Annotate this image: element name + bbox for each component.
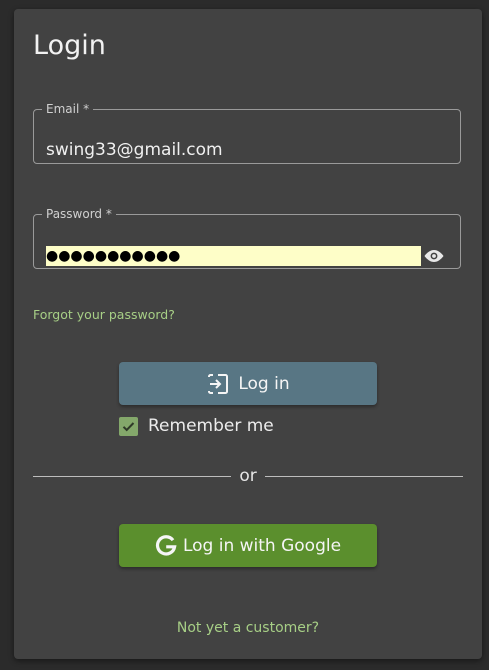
signup-link[interactable]: Not yet a customer?: [14, 619, 482, 637]
login-button[interactable]: Log in: [119, 362, 377, 405]
login-icon: [206, 372, 230, 396]
remember-me-label: Remember me: [148, 416, 274, 436]
forgot-password-link[interactable]: Forgot your password?: [33, 307, 175, 323]
divider-text: or: [239, 466, 257, 486]
password-input[interactable]: ●●●●●●●●●●●: [46, 246, 421, 266]
google-login-label: Log in with Google: [182, 535, 342, 556]
divider-line-left: [33, 475, 232, 477]
email-label: Email *: [46, 102, 90, 116]
or-divider: or: [33, 465, 464, 487]
password-label: Password *: [46, 207, 112, 221]
email-input[interactable]: swing33@gmail.com: [46, 140, 223, 160]
login-card: Login Email * swing33@gmail.com Password…: [14, 9, 482, 659]
divider-line-right: [264, 475, 464, 477]
google-login-button[interactable]: Log in with Google: [119, 524, 377, 567]
show-password-icon[interactable]: [422, 247, 446, 265]
login-button-label: Log in: [238, 373, 290, 394]
email-field[interactable]: Email * swing33@gmail.com: [33, 102, 461, 164]
page-title: Login: [33, 30, 106, 61]
google-icon: [155, 534, 177, 557]
password-field[interactable]: Password * ●●●●●●●●●●●: [33, 207, 461, 269]
remember-me-checkbox[interactable]: Remember me: [119, 414, 274, 438]
checkmark-icon[interactable]: [119, 416, 138, 436]
